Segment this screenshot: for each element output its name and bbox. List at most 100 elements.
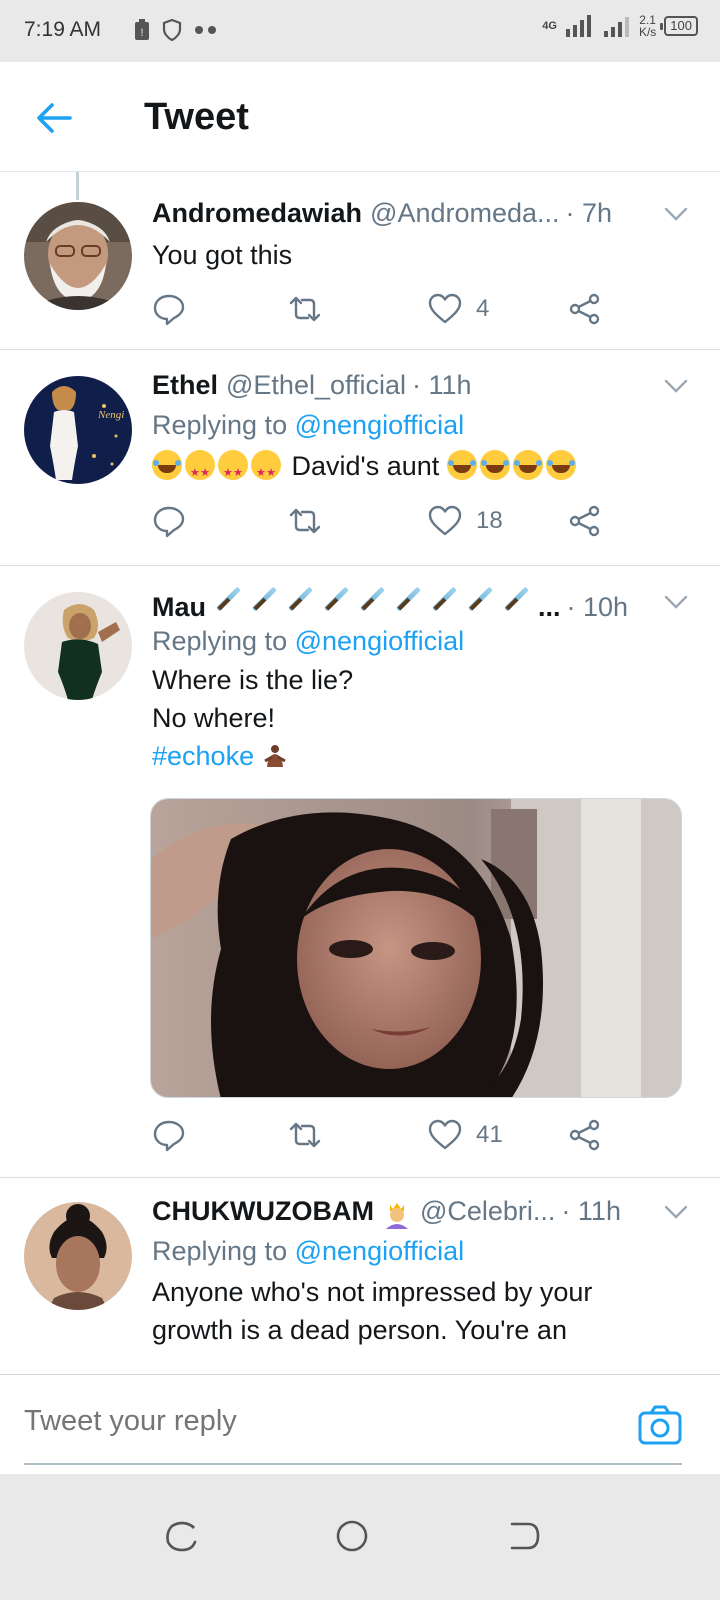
mention-link[interactable]: @nengiofficial (295, 410, 465, 440)
reply-icon (153, 1120, 185, 1152)
tweet-text: Anyone who's not impressed by your growt… (152, 1273, 696, 1349)
like-count: 18 (476, 507, 503, 534)
dagger-emoji-icon (430, 586, 460, 616)
tweet-time: · 10h (566, 592, 629, 622)
net-speed: 2.1 K/s (638, 13, 657, 39)
tweet-text-content: David's aunt (291, 451, 440, 481)
status-bar: 7:19 AM ! 4G 2.1 K/s 100 (0, 0, 720, 62)
tweet-body: Mau ... · 10h Replying to @nengiofficial… (152, 586, 696, 775)
share-button[interactable] (568, 504, 602, 538)
share-button[interactable] (568, 292, 602, 326)
back-nav-icon[interactable] (506, 1518, 542, 1554)
author-handle[interactable]: @Ethel_official (226, 370, 406, 401)
avatar[interactable] (24, 202, 132, 310)
like-button[interactable]: 41 (428, 1118, 503, 1152)
battery-indicator: 100 (660, 16, 698, 36)
tweet-text: David's aunt (152, 447, 696, 492)
dagger-emoji-icon (286, 586, 316, 616)
tweet-text: Where is the lie? No where! #echoke (152, 661, 696, 775)
dagger-emoji-icon (358, 586, 388, 616)
reply-button[interactable] (152, 292, 186, 326)
retweet-icon (289, 296, 321, 322)
author-name[interactable]: CHUKWUZOBAM (152, 1196, 374, 1227)
author-handle[interactable]: @Celebri... (420, 1196, 555, 1227)
retweet-button[interactable] (288, 504, 322, 538)
input-underline (24, 1463, 682, 1465)
princess-emoji-icon (385, 1203, 408, 1229)
star-struck-emoji-icon (185, 450, 215, 492)
camera-icon[interactable] (638, 1405, 682, 1445)
retweet-icon (289, 1122, 321, 1148)
dagger-emoji-icon (250, 586, 280, 616)
reply-feed[interactable]: Andromedawiah @Andromeda... · 7h You got… (0, 172, 720, 1402)
chevron-down-icon[interactable] (662, 372, 690, 400)
svg-text:!: ! (140, 27, 143, 39)
signal-icon-2 (603, 17, 629, 37)
star-struck-emoji-icon (251, 450, 281, 492)
tweet-body: Andromedawiah @Andromeda... · 7h You got… (152, 198, 696, 274)
top-app-bar: Tweet (0, 62, 720, 172)
tweet-text-line: No where! (152, 703, 276, 733)
chevron-down-icon[interactable] (662, 1198, 690, 1226)
tweet-photo[interactable] (150, 798, 682, 1098)
share-icon (569, 293, 600, 325)
tweet-text-line: Where is the lie? (152, 665, 354, 695)
retweet-button[interactable] (288, 292, 322, 326)
replying-to: Replying to @nengiofficial (152, 410, 465, 440)
laughing-emoji-icon (152, 450, 182, 480)
author-handle[interactable]: @Andromeda... (370, 198, 560, 229)
dagger-emoji-icon (322, 586, 352, 616)
dagger-emoji-icon (466, 586, 496, 616)
hashtag-link[interactable]: #echoke (152, 741, 254, 771)
tweet-item[interactable]: Mau ... · 10h Replying to @nengiofficial… (0, 566, 720, 1178)
share-icon (569, 1119, 600, 1151)
alert-icon: ! (135, 19, 149, 40)
chevron-down-icon[interactable] (662, 588, 690, 616)
shield-icon (162, 19, 182, 41)
heart-icon (428, 1119, 462, 1150)
tweet-item[interactable]: Andromedawiah @Andromeda... · 7h You got… (0, 172, 720, 350)
share-button[interactable] (568, 1118, 602, 1152)
home-icon[interactable] (334, 1518, 370, 1554)
tweet-header: Andromedawiah @Andromeda... · 7h (152, 198, 696, 234)
reply-icon (153, 506, 185, 538)
avatar[interactable] (24, 592, 132, 700)
system-nav-bar (0, 1474, 720, 1600)
arrow-left-icon[interactable] (34, 98, 74, 138)
author-name[interactable]: Ethel (152, 370, 218, 401)
mention-link[interactable]: @nengiofficial (295, 626, 465, 656)
tweet-body: Ethel @Ethel_official · 11h Replying to … (152, 370, 696, 492)
recent-apps-icon[interactable] (164, 1518, 200, 1554)
avatar[interactable]: Nengi (24, 376, 132, 484)
like-button[interactable]: 18 (428, 504, 503, 538)
retweet-button[interactable] (288, 1118, 322, 1152)
dagger-emoji-icon (394, 586, 424, 616)
network-type: 4G (542, 19, 557, 32)
replying-to: Replying to @nengiofficial (152, 626, 465, 656)
star-struck-emoji-icon (218, 450, 248, 492)
signal-icon (565, 15, 591, 37)
chevron-down-icon[interactable] (662, 200, 690, 228)
tweet-header: Ethel @Ethel_official · 11h (152, 370, 696, 406)
tweet-item[interactable]: Nengi Ethel @Ethel_official · 11h Replyi… (0, 350, 720, 566)
mention-link[interactable]: @nengiofficial (295, 1236, 465, 1266)
tweet-item[interactable]: CHUKWUZOBAM @Celebri... · 11h Replying t… (0, 1178, 720, 1402)
name-emoji-row (214, 586, 538, 616)
notification-icons: ! (134, 19, 218, 41)
like-count: 4 (476, 295, 490, 322)
reply-button[interactable] (152, 1118, 186, 1152)
laughing-emoji-icon (512, 450, 543, 480)
laughing-emoji-icon (479, 450, 510, 480)
heart-icon (428, 505, 462, 536)
tweet-time: · 11h (561, 1196, 621, 1226)
author-name[interactable]: Mau (152, 592, 206, 623)
tweet-text-line: growth is a dead person. You're an (152, 1315, 567, 1345)
reply-button[interactable] (152, 504, 186, 538)
like-button[interactable]: 4 (428, 292, 489, 326)
avatar[interactable] (24, 1202, 132, 1310)
name-ellipsis: ... (538, 592, 561, 622)
person-emoji-icon (263, 745, 286, 767)
replying-to: Replying to @nengiofficial (152, 1236, 465, 1266)
reply-input[interactable] (24, 1405, 584, 1438)
author-name[interactable]: Andromedawiah (152, 198, 362, 229)
